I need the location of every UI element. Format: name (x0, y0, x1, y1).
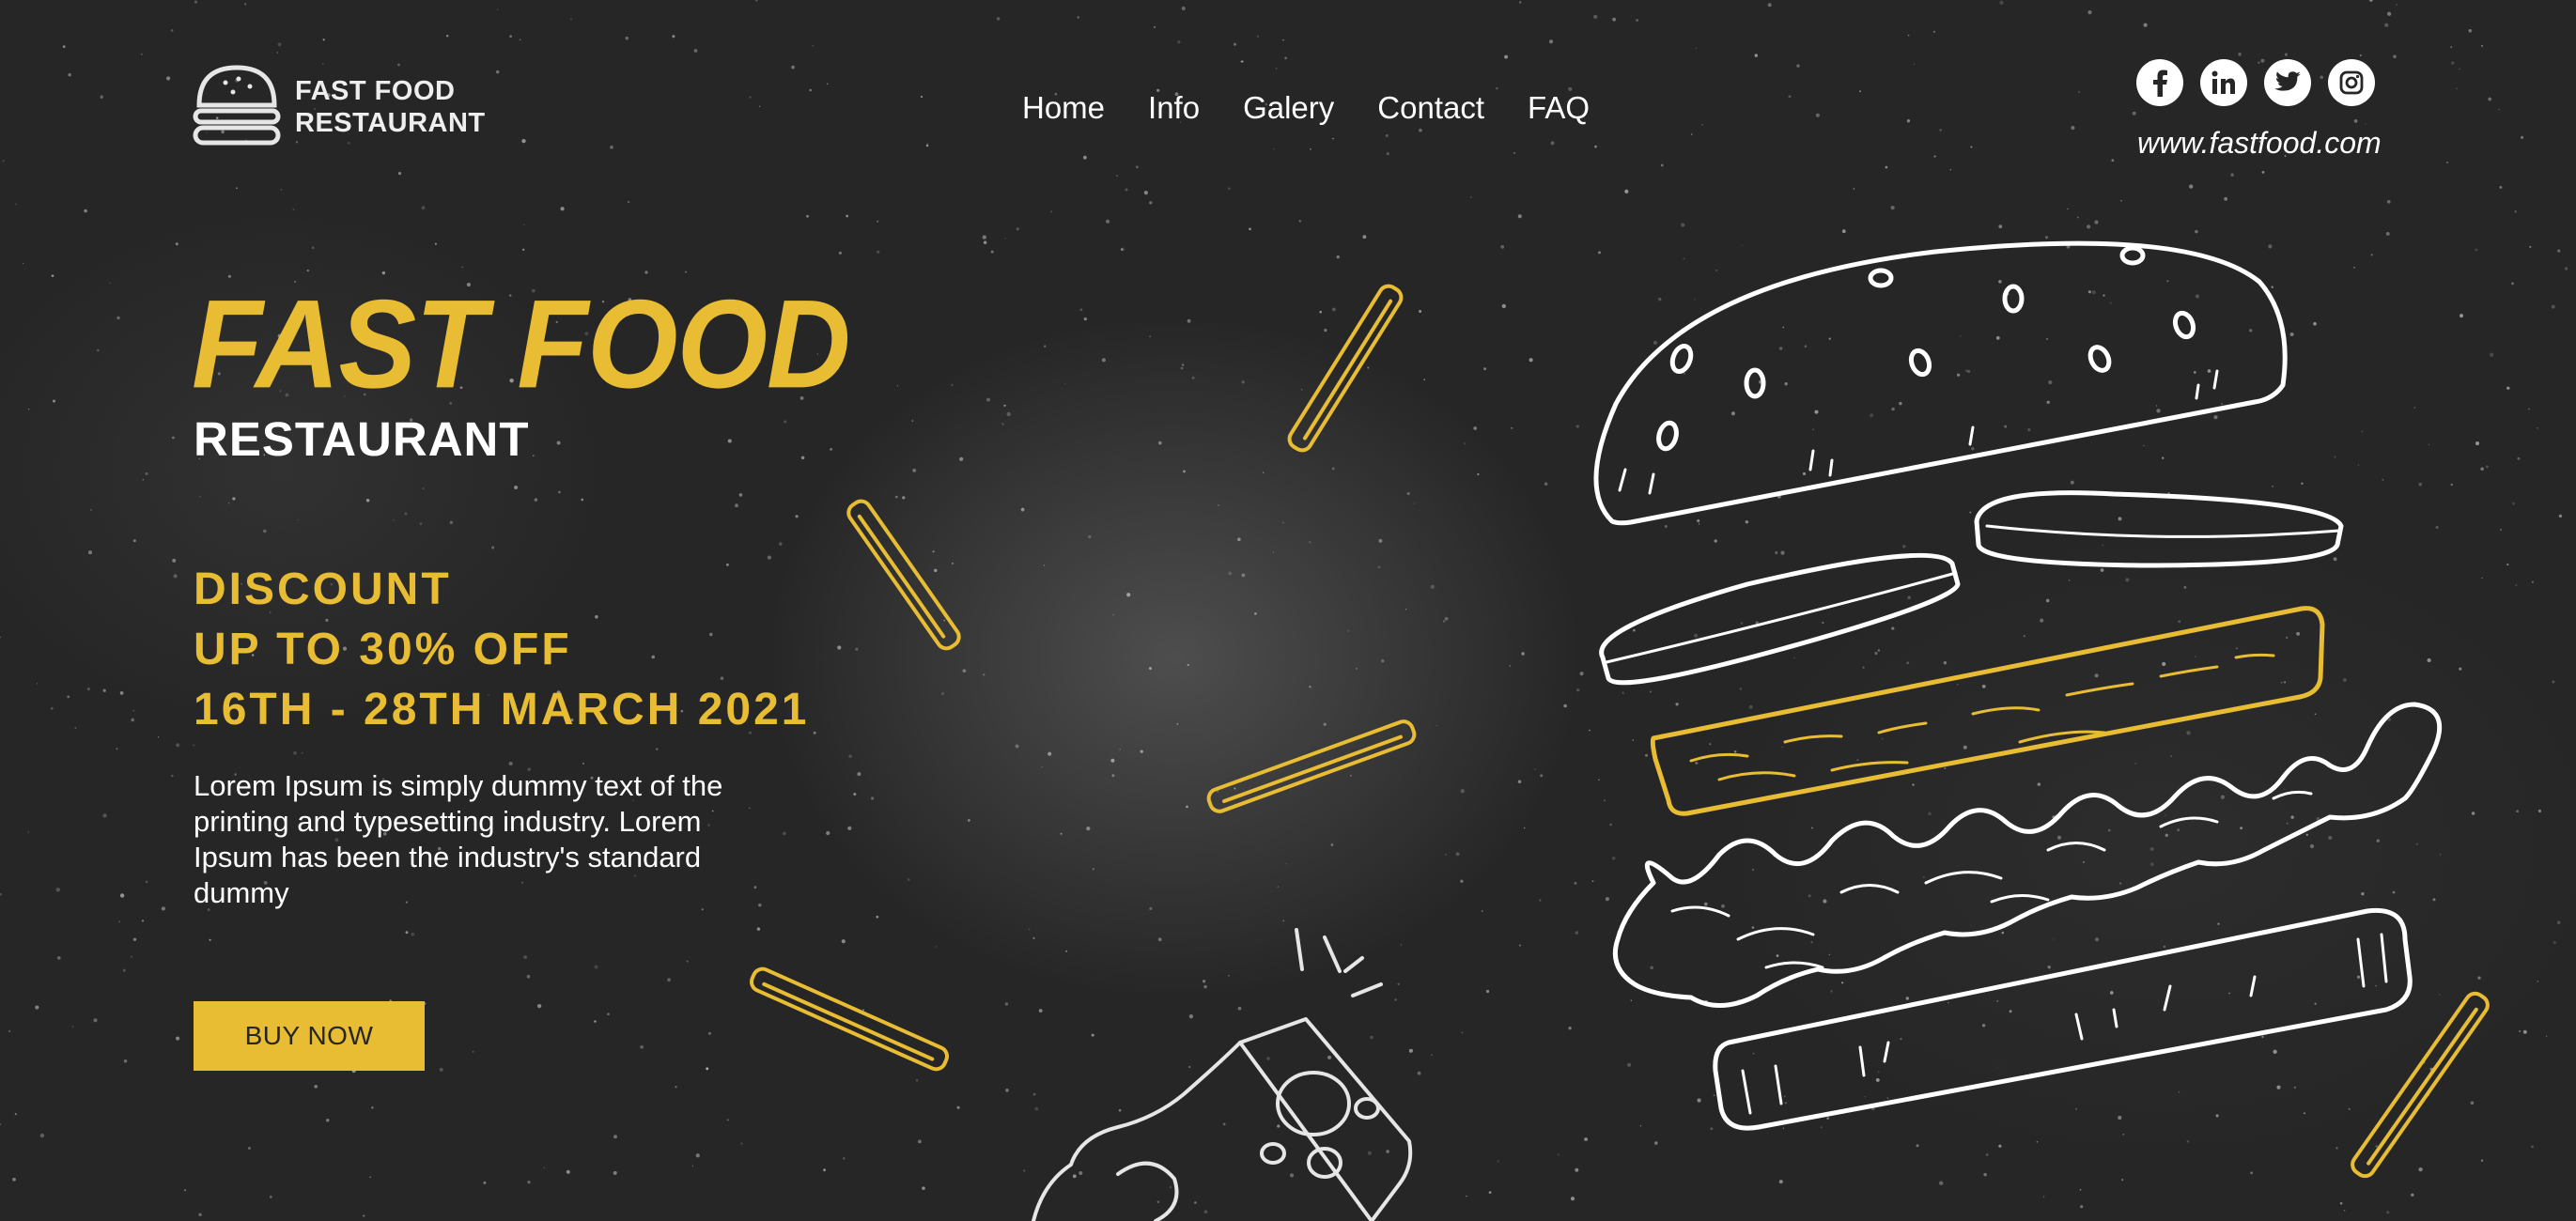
burger-illustration (750, 240, 2490, 1221)
bottom-bun (1713, 907, 2413, 1131)
tomato-slices (1599, 490, 2344, 686)
fry-2 (846, 499, 961, 651)
fry-5 (2351, 991, 2490, 1179)
fry-3 (1206, 719, 1417, 813)
fry-4 (750, 966, 949, 1072)
top-bun (1593, 240, 2288, 526)
cheese-wedge (1032, 928, 1413, 1221)
fries-group (750, 284, 2490, 1179)
fry-1 (1287, 284, 1404, 453)
